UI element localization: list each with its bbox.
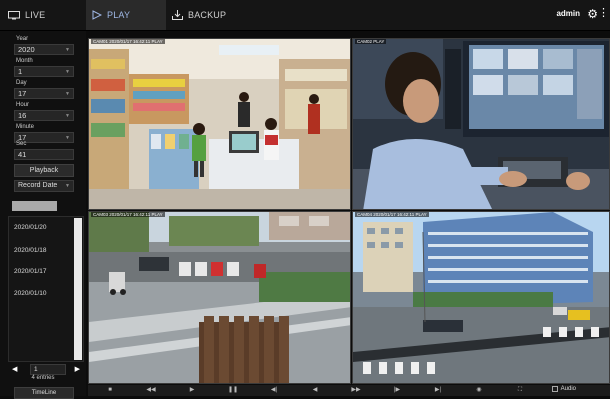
- list-item[interactable]: 2020/01/20: [14, 224, 47, 231]
- play-icon[interactable]: ▶: [184, 386, 200, 395]
- camera-grid: CAM01 2020/01/17 16:42:11 PLAY CAM02 PLA…: [88, 38, 610, 384]
- month-select[interactable]: 1 ▼: [14, 66, 74, 77]
- building-crossing-scene: [353, 212, 609, 383]
- snapshot-icon[interactable]: ◉: [471, 386, 487, 395]
- list-scrollbar[interactable]: [74, 218, 82, 360]
- chevron-down-icon: ▼: [65, 69, 70, 75]
- chevron-down-icon: ▼: [65, 183, 70, 189]
- camera-label: CAM04 2020/01/17 16:42:11 PLAY: [355, 212, 429, 217]
- year-select[interactable]: 2020 ▼: [14, 44, 74, 55]
- monitor-icon: [8, 10, 20, 19]
- playback-control-bar: ■ ◀◀ ▶ ❚❚ ◀| ◀ ▶▶ |▶ ▶| ◉ ⛶ Audio: [88, 385, 610, 396]
- day-select[interactable]: 17 ▼: [14, 88, 74, 99]
- play-icon: [92, 10, 102, 20]
- hour-select[interactable]: 16 ▼: [14, 110, 74, 121]
- chevron-down-icon: ▼: [65, 135, 70, 141]
- tab-backup-label: BACKUP: [188, 10, 227, 20]
- store-interior-scene: [89, 39, 350, 209]
- playback-button[interactable]: Playback: [14, 164, 74, 177]
- search-sidebar: Year 2020 ▼ Month 1 ▼ Day 17 ▼ Hour 16 ▼ Min…: [0, 31, 86, 399]
- control-room-scene: [353, 39, 609, 209]
- rewind-icon[interactable]: ◀◀: [143, 386, 159, 395]
- hour-value: 16: [18, 111, 27, 120]
- audio-toggle[interactable]: Audio: [551, 386, 576, 392]
- camera-view-4[interactable]: CAM04 2020/01/17 16:42:11 PLAY: [352, 211, 610, 384]
- slow-icon[interactable]: ◀: [307, 386, 323, 395]
- entries-count: 4 entries: [31, 375, 55, 381]
- sec-label: Sec: [16, 141, 27, 147]
- search-progress-bar: [12, 201, 57, 211]
- year-label: Year: [16, 36, 29, 42]
- sec-value: 41: [18, 150, 27, 159]
- record-date-list: 2020/01/20 2020/01/18 2020/01/17 2020/01…: [8, 216, 84, 362]
- camera-label: CAM01 2020/01/17 16:42:11 PLAY: [91, 39, 165, 44]
- page-number-input[interactable]: 1: [30, 364, 66, 375]
- fast-icon[interactable]: ▶▶: [348, 386, 364, 395]
- chevron-down-icon: ▼: [65, 113, 70, 119]
- tab-play-label: PLAY: [107, 10, 131, 20]
- day-label: Day: [16, 80, 27, 86]
- top-bar: LIVE PLAY BACKUP admin ⚙ ⋮: [0, 0, 610, 31]
- month-value: 1: [18, 67, 23, 76]
- month-label: Month: [16, 58, 33, 64]
- list-item[interactable]: 2020/01/18: [14, 247, 47, 254]
- username[interactable]: admin: [556, 9, 580, 18]
- stop-icon[interactable]: ■: [102, 386, 118, 395]
- camera-view-2[interactable]: CAM02 PLAY: [352, 38, 610, 210]
- camera-label: CAM03 2020/01/17 16:42:11 PLAY: [91, 212, 165, 217]
- camera-label: CAM02 PLAY: [355, 39, 387, 44]
- list-item[interactable]: 2020/01/10: [14, 290, 47, 297]
- fullscreen-icon[interactable]: ⛶: [512, 386, 528, 395]
- street-scene: [89, 212, 350, 383]
- frame-back-icon[interactable]: ◀|: [266, 386, 282, 395]
- frame-forward-icon[interactable]: |▶: [389, 386, 405, 395]
- tab-backup[interactable]: BACKUP: [168, 0, 268, 30]
- more-icon[interactable]: ⋮: [598, 6, 609, 19]
- download-icon: [172, 10, 183, 20]
- chevron-down-icon: ▼: [65, 47, 70, 53]
- minute-label: Minute: [16, 124, 35, 130]
- hour-label: Hour: [16, 102, 30, 108]
- camera-view-1[interactable]: CAM01 2020/01/17 16:42:11 PLAY: [88, 38, 351, 210]
- chevron-down-icon: ▼: [65, 91, 70, 97]
- sec-input[interactable]: 41: [14, 149, 74, 160]
- next-page-icon[interactable]: ▶: [75, 365, 80, 373]
- tab-play[interactable]: PLAY: [86, 0, 166, 30]
- list-item[interactable]: 2020/01/17: [14, 268, 47, 275]
- tab-live[interactable]: LIVE: [0, 0, 86, 30]
- tab-live-label: LIVE: [25, 10, 46, 20]
- timeline-button[interactable]: TimeLine: [14, 387, 74, 399]
- year-value: 2020: [18, 45, 35, 54]
- audio-label: Audio: [560, 386, 576, 392]
- record-type-value: Record Date: [18, 182, 58, 189]
- audio-checkbox[interactable]: [551, 386, 558, 392]
- camera-view-3[interactable]: CAM03 2020/01/17 16:42:11 PLAY: [88, 211, 351, 384]
- record-type-select[interactable]: Record Date ▼: [14, 180, 74, 192]
- next-icon[interactable]: ▶|: [430, 386, 446, 395]
- prev-page-icon[interactable]: ◀: [12, 365, 17, 373]
- gear-icon[interactable]: ⚙: [587, 7, 598, 21]
- pause-icon[interactable]: ❚❚: [225, 386, 241, 395]
- day-value: 17: [18, 89, 27, 98]
